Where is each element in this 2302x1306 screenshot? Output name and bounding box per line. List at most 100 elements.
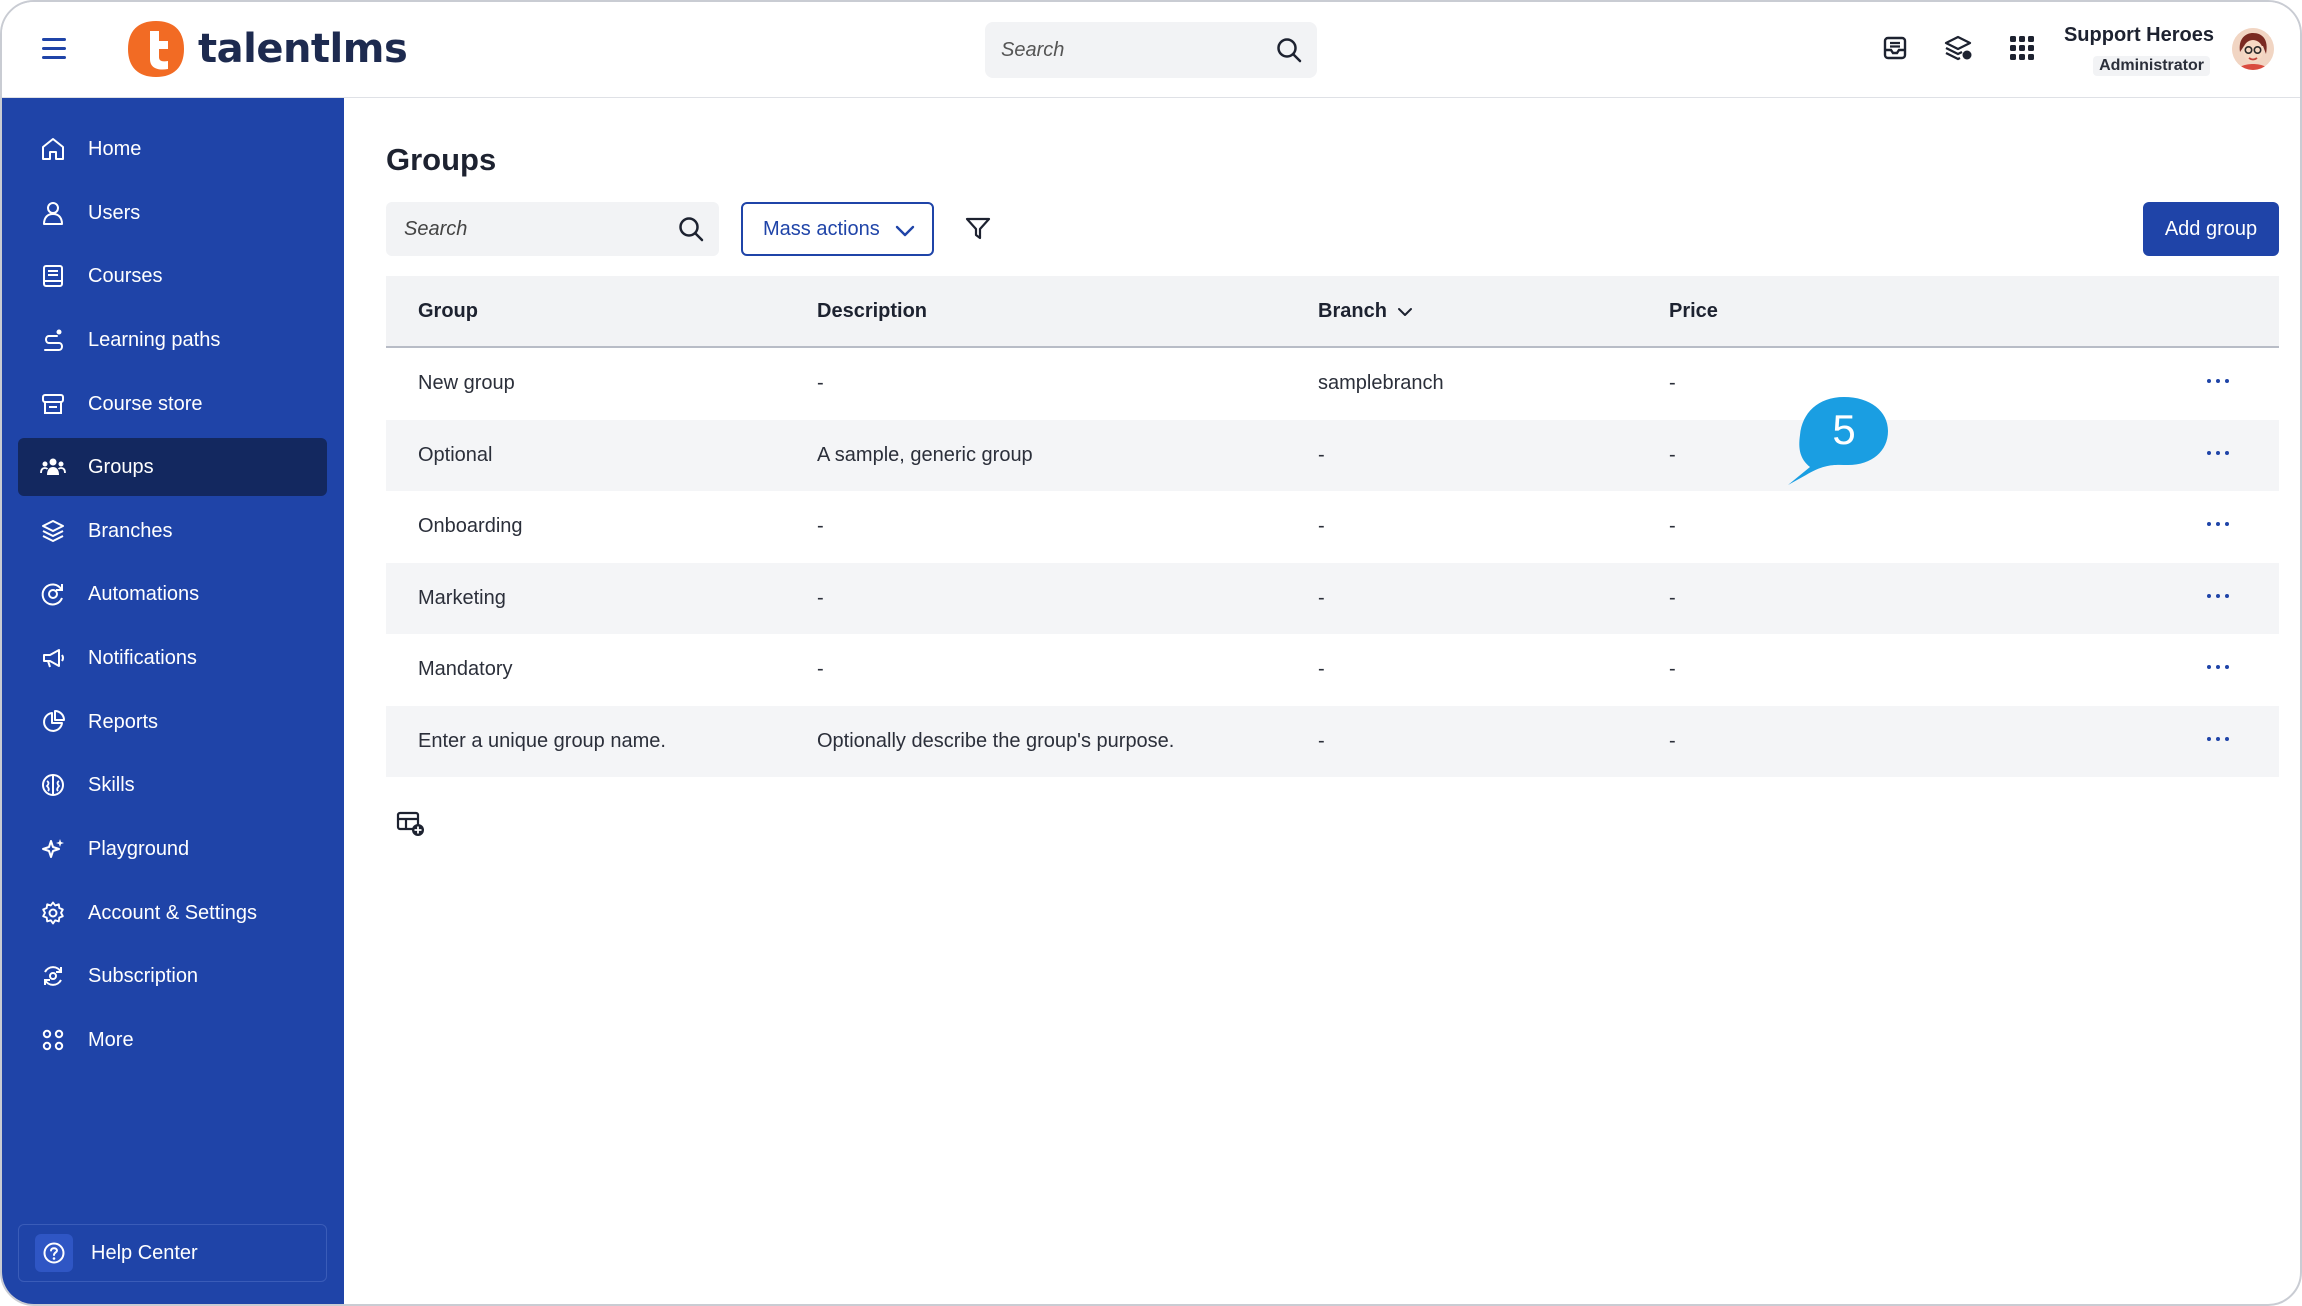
- cell-price: -: [1669, 515, 1676, 537]
- mass-actions-dropdown[interactable]: Mass actions: [741, 202, 934, 256]
- inbox-icon[interactable]: [1879, 32, 1911, 64]
- sidebar-item-label: Playground: [88, 837, 190, 860]
- cell-group[interactable]: New group: [418, 372, 515, 395]
- cell-description: -: [817, 658, 824, 680]
- avatar[interactable]: [2232, 28, 2274, 70]
- sidebar-item-reports[interactable]: Reports: [18, 693, 327, 751]
- sidebar-item-notifications[interactable]: Notifications: [18, 629, 327, 687]
- sidebar-item-label: Course store: [88, 392, 203, 415]
- table-row[interactable]: Onboarding - - -: [386, 491, 2279, 563]
- sidebar-item-label: Home: [88, 137, 142, 160]
- table-row[interactable]: New group - samplebranch -: [386, 348, 2279, 420]
- groups-icon: [40, 458, 66, 475]
- cell-group[interactable]: Onboarding: [418, 515, 523, 538]
- sidebar-item-label: Groups: [88, 455, 154, 478]
- question-circle-icon: [43, 1242, 65, 1264]
- sort-chevron-down-icon[interactable]: [1396, 303, 1414, 321]
- step-callout: 5: [1788, 397, 1888, 485]
- cell-group[interactable]: Optional: [418, 444, 493, 467]
- table-row[interactable]: Mandatory - - -: [386, 634, 2279, 706]
- gear-icon: [42, 901, 64, 925]
- home-icon: [42, 138, 64, 160]
- path-icon: [44, 329, 63, 351]
- table-header: Group Description Branch Price: [386, 276, 2279, 348]
- courses-switch-icon[interactable]: [1942, 32, 1974, 64]
- top-bar: talentlms Support Heroes Administrator: [2, 2, 2300, 98]
- chevron-down-icon: [895, 225, 915, 237]
- row-options-icon[interactable]: [2207, 442, 2229, 464]
- row-options-icon[interactable]: [2207, 656, 2229, 678]
- mass-actions-label: Mass actions: [763, 217, 880, 240]
- sidebar-item-home[interactable]: Home: [18, 120, 327, 178]
- search-icon[interactable]: [1275, 36, 1303, 64]
- cell-group[interactable]: Enter a unique group name.: [418, 730, 666, 753]
- table-columns-settings-icon[interactable]: [396, 810, 426, 838]
- sidebar-item-skills[interactable]: Skills: [18, 756, 327, 814]
- sidebar-item-branches[interactable]: Branches: [18, 502, 327, 560]
- row-options-icon[interactable]: [2207, 585, 2229, 607]
- add-group-button[interactable]: Add group: [2143, 202, 2279, 256]
- column-header-branch[interactable]: Branch: [1318, 300, 1387, 323]
- cell-description: -: [817, 372, 824, 394]
- sidebar: Home Users Courses Learning paths Course…: [2, 98, 344, 1304]
- table-row[interactable]: Marketing - - -: [386, 562, 2279, 634]
- groups-search[interactable]: [386, 202, 719, 256]
- sidebar-item-label: Users: [88, 201, 141, 224]
- user-icon: [43, 202, 63, 225]
- page-title: Groups: [386, 142, 497, 177]
- help-center-button[interactable]: Help Center: [18, 1224, 327, 1282]
- subscription-icon: [44, 966, 62, 986]
- cell-group[interactable]: Marketing: [418, 587, 506, 610]
- avatar-image-icon: [2232, 28, 2274, 70]
- sidebar-item-courses[interactable]: Courses: [18, 247, 327, 305]
- column-header-description[interactable]: Description: [817, 300, 927, 323]
- store-icon: [42, 394, 64, 414]
- user-name[interactable]: Support Heroes: [2064, 24, 2214, 47]
- main-content: Groups Mass actions Add group Group Desc…: [344, 98, 2300, 1304]
- sidebar-item-course-store[interactable]: Course store: [18, 375, 327, 433]
- logo[interactable]: talentlms: [126, 18, 408, 80]
- sidebar-item-label: Account & Settings: [88, 901, 257, 924]
- row-options-icon[interactable]: [2207, 370, 2229, 392]
- book-icon: [43, 265, 63, 287]
- sidebar-item-label: More: [88, 1028, 134, 1051]
- cell-branch: samplebranch: [1318, 372, 1444, 394]
- sparkles-icon: [42, 839, 64, 858]
- global-search-input[interactable]: [985, 22, 1317, 78]
- sidebar-item-users[interactable]: Users: [18, 184, 327, 242]
- sidebar-item-label: Courses: [88, 264, 163, 287]
- sidebar-item-account-settings[interactable]: Account & Settings: [18, 884, 327, 942]
- sidebar-item-subscription[interactable]: Subscription: [18, 947, 327, 1005]
- step-number: 5: [1832, 406, 1855, 453]
- pie-chart-icon: [43, 710, 65, 732]
- cell-branch: -: [1318, 443, 1325, 466]
- global-search[interactable]: [985, 22, 1317, 78]
- column-header-group[interactable]: Group: [418, 300, 478, 323]
- sidebar-item-groups[interactable]: Groups: [18, 438, 327, 496]
- cell-price: -: [1669, 586, 1676, 609]
- groups-search-input[interactable]: [386, 202, 719, 256]
- column-header-price[interactable]: Price: [1669, 300, 1718, 323]
- brain-icon: [42, 774, 64, 796]
- cell-description: -: [817, 586, 824, 609]
- search-icon[interactable]: [677, 215, 705, 243]
- table-row[interactable]: Enter a unique group name. Optionally de…: [386, 705, 2279, 777]
- sidebar-item-playground[interactable]: Playground: [18, 820, 327, 878]
- logo-text: talentlms: [198, 26, 408, 72]
- table-row[interactable]: Optional A sample, generic group - -: [386, 419, 2279, 491]
- filter-icon[interactable]: [964, 214, 992, 242]
- apps-grid-icon[interactable]: [2006, 32, 2038, 64]
- row-options-icon[interactable]: [2207, 728, 2229, 750]
- sidebar-item-label: Notifications: [88, 646, 197, 669]
- sidebar-item-label: Skills: [88, 773, 135, 796]
- user-role[interactable]: Administrator: [2093, 56, 2210, 76]
- menu-icon[interactable]: [42, 38, 66, 60]
- row-options-icon[interactable]: [2207, 513, 2229, 535]
- sidebar-item-more[interactable]: More: [18, 1011, 327, 1069]
- sidebar-item-label: Subscription: [88, 964, 199, 987]
- help-icon-box: [35, 1234, 73, 1272]
- sidebar-item-learning-paths[interactable]: Learning paths: [18, 311, 327, 369]
- cell-group[interactable]: Mandatory: [418, 658, 513, 681]
- cell-price: -: [1669, 658, 1676, 680]
- sidebar-item-automations[interactable]: Automations: [18, 565, 327, 623]
